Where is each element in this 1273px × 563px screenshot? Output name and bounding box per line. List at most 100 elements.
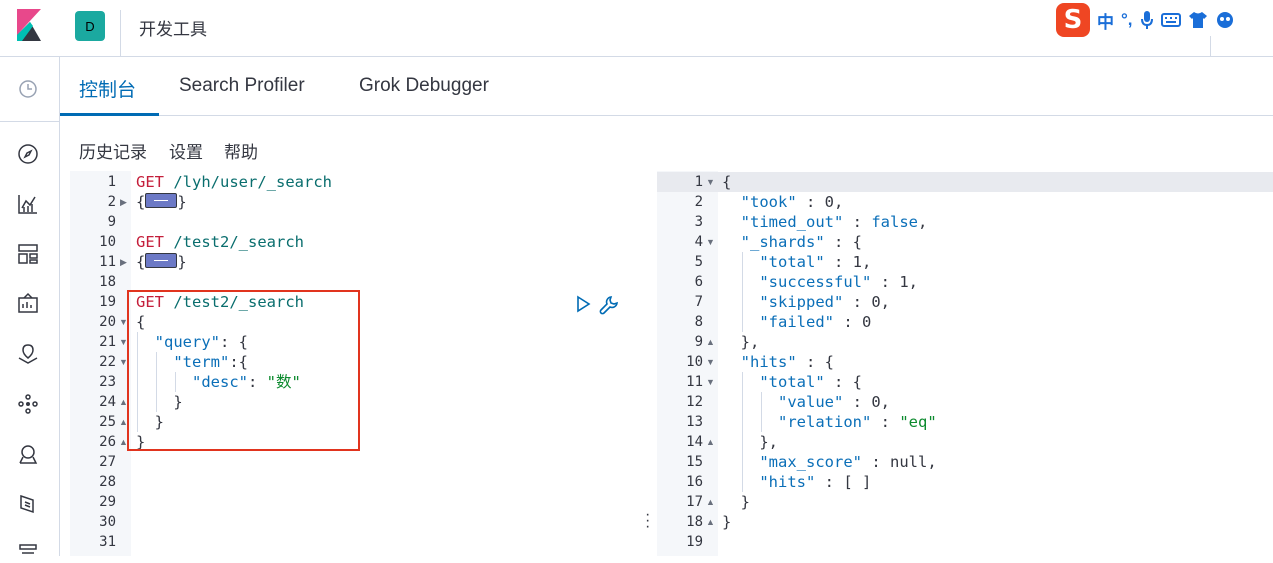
line-number: 19 [686, 534, 703, 550]
code-line: }, [759, 433, 778, 451]
json-key: "skipped" [759, 293, 844, 311]
code-line: "timed_out" : false, [740, 213, 928, 231]
code-line: "failed" : 0 [759, 313, 872, 331]
side-nav-separator [0, 121, 59, 122]
json-key: "successful" [759, 273, 872, 291]
line-number: 29 [99, 494, 116, 510]
panel-resizer[interactable]: · · · [645, 507, 650, 535]
fold-right-icon[interactable]: ▶ [120, 252, 127, 272]
discover-compass-icon[interactable] [16, 142, 40, 166]
dev-tools-tabs: 控制台 Search Profiler Grok Debugger [60, 57, 1273, 116]
code-line: "value" : 0, [778, 393, 891, 411]
request-path: /lyh/user/_search [173, 173, 332, 191]
recent-clock-icon[interactable] [16, 77, 40, 101]
fold-down-icon[interactable]: ▼ [706, 352, 715, 372]
header-divider [120, 10, 121, 56]
header-divider-right [1210, 36, 1211, 56]
line-number: 9 [107, 214, 116, 230]
line-number: 28 [99, 474, 116, 490]
logs-icon[interactable] [16, 492, 40, 516]
fold-down-icon[interactable]: ▼ [706, 232, 715, 252]
line-number: 11 [99, 254, 116, 270]
json-number-value: 0 [871, 293, 881, 311]
line-number: 26 [99, 434, 116, 450]
tab-grok-debugger[interactable]: Grok Debugger [359, 75, 489, 97]
http-method: GET [136, 233, 164, 251]
code-line: } [740, 493, 751, 511]
code-line: "total" : 1, [759, 253, 872, 271]
code-line: "total" : { [759, 373, 862, 391]
line-number: 17 [686, 494, 703, 510]
ime-punct-label[interactable]: °, [1121, 10, 1133, 30]
fold-down-icon[interactable]: ▼ [706, 172, 715, 192]
tab-search-profiler[interactable]: Search Profiler [179, 75, 305, 97]
line-number: 19 [99, 294, 116, 310]
json-null-value: null [889, 453, 928, 471]
code-line: "successful" : 1, [759, 273, 918, 291]
code-line: "_shards" : { [740, 233, 862, 251]
line-number: 25 [99, 414, 116, 430]
infrastructure-icon[interactable] [16, 442, 40, 466]
page-title: 开发工具 [139, 20, 207, 39]
line-number: 8 [694, 314, 703, 330]
line-number: 20 [99, 314, 116, 330]
ml-icon[interactable] [16, 392, 40, 416]
keyboard-icon[interactable] [1160, 12, 1181, 28]
microphone-icon[interactable] [1140, 10, 1154, 30]
json-number-value: 1 [899, 273, 909, 291]
skin-shirt-icon[interactable] [1188, 11, 1208, 29]
code-line: {} [136, 253, 187, 271]
kibana-logo[interactable] [14, 9, 44, 41]
dashboard-icon[interactable] [16, 242, 40, 266]
fold-up-icon[interactable]: ▲ [706, 432, 715, 452]
code-line: GET /test2/_search [136, 232, 304, 252]
json-key: "value" [778, 393, 844, 411]
line-number: 4 [694, 234, 703, 250]
sogou-logo-icon[interactable]: S [1056, 3, 1090, 37]
canvas-icon[interactable] [16, 292, 40, 316]
help-link[interactable]: 帮助 [224, 138, 258, 163]
json-key: "max_score" [759, 453, 862, 471]
json-number-value: 1 [852, 253, 862, 271]
fold-right-icon[interactable]: ▶ [120, 192, 127, 212]
line-number: 6 [694, 274, 703, 290]
json-bool-value: false [871, 213, 918, 231]
fold-up-icon[interactable]: ▲ [706, 332, 715, 352]
line-number: 15 [686, 454, 703, 470]
tab-console[interactable]: 控制台 [79, 75, 136, 102]
line-number: 22 [99, 354, 116, 370]
json-key: "failed" [759, 313, 834, 331]
line-number: 13 [686, 414, 703, 430]
folded-block-icon[interactable] [145, 193, 178, 208]
fold-up-icon[interactable]: ▲ [706, 512, 715, 532]
apm-icon[interactable] [16, 539, 40, 563]
json-key: "hits" [740, 353, 797, 371]
line-number: 18 [99, 274, 116, 290]
history-link[interactable]: 历史记录 [79, 138, 147, 163]
visualize-chart-icon[interactable] [16, 192, 40, 216]
code-line: }, [740, 333, 760, 351]
fold-up-icon[interactable]: ▲ [706, 492, 715, 512]
line-number: 5 [694, 254, 703, 270]
line-number: 10 [686, 354, 703, 370]
line-number: 14 [686, 434, 703, 450]
folded-block-icon[interactable] [145, 253, 178, 268]
code-line: "max_score" : null, [759, 453, 937, 471]
json-key: "timed_out" [740, 213, 844, 231]
maps-icon[interactable] [16, 342, 40, 366]
settings-link[interactable]: 设置 [169, 138, 203, 163]
ime-toolbox-icon[interactable] [1215, 11, 1235, 29]
wrench-icon[interactable] [598, 294, 620, 316]
ime-mode-label[interactable]: 中 [1097, 8, 1114, 33]
code-line: "hits" : [ ] [759, 473, 872, 491]
ime-toolbar[interactable]: S 中 °, [1056, 3, 1235, 37]
annotation-highlight-box [127, 290, 360, 451]
top-bar: D 开发工具 S 中 °, [0, 0, 1273, 57]
code-line: "relation" : "eq" [778, 413, 937, 431]
space-avatar[interactable]: D [75, 11, 105, 41]
json-key: "hits" [759, 473, 816, 491]
json-key: "took" [740, 193, 797, 211]
json-string-value: "eq" [899, 413, 937, 431]
fold-down-icon[interactable]: ▼ [706, 372, 715, 392]
play-icon[interactable] [574, 294, 592, 314]
